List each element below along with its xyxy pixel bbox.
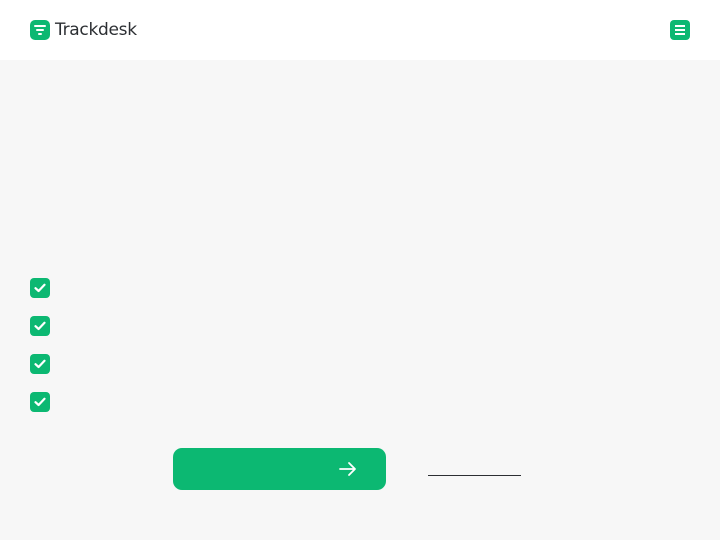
trackdesk-logo-icon	[30, 20, 50, 40]
checkbox-checked-icon	[30, 278, 50, 298]
checkbox-checked-icon	[30, 392, 50, 412]
secondary-link[interactable]	[428, 460, 521, 476]
cta-button[interactable]	[173, 448, 386, 490]
arrow-right-icon	[338, 460, 358, 478]
list-item	[30, 354, 60, 374]
list-item	[30, 278, 60, 298]
list-item	[30, 392, 60, 412]
checkbox-checked-icon	[30, 354, 50, 374]
logo-text: Trackdesk	[55, 20, 137, 40]
site-header: Trackdesk	[0, 0, 720, 60]
feature-checklist	[30, 278, 60, 430]
checkbox-checked-icon	[30, 316, 50, 336]
logo-link[interactable]: Trackdesk	[30, 19, 137, 41]
list-item	[30, 316, 60, 336]
hamburger-menu-button[interactable]	[670, 20, 690, 40]
